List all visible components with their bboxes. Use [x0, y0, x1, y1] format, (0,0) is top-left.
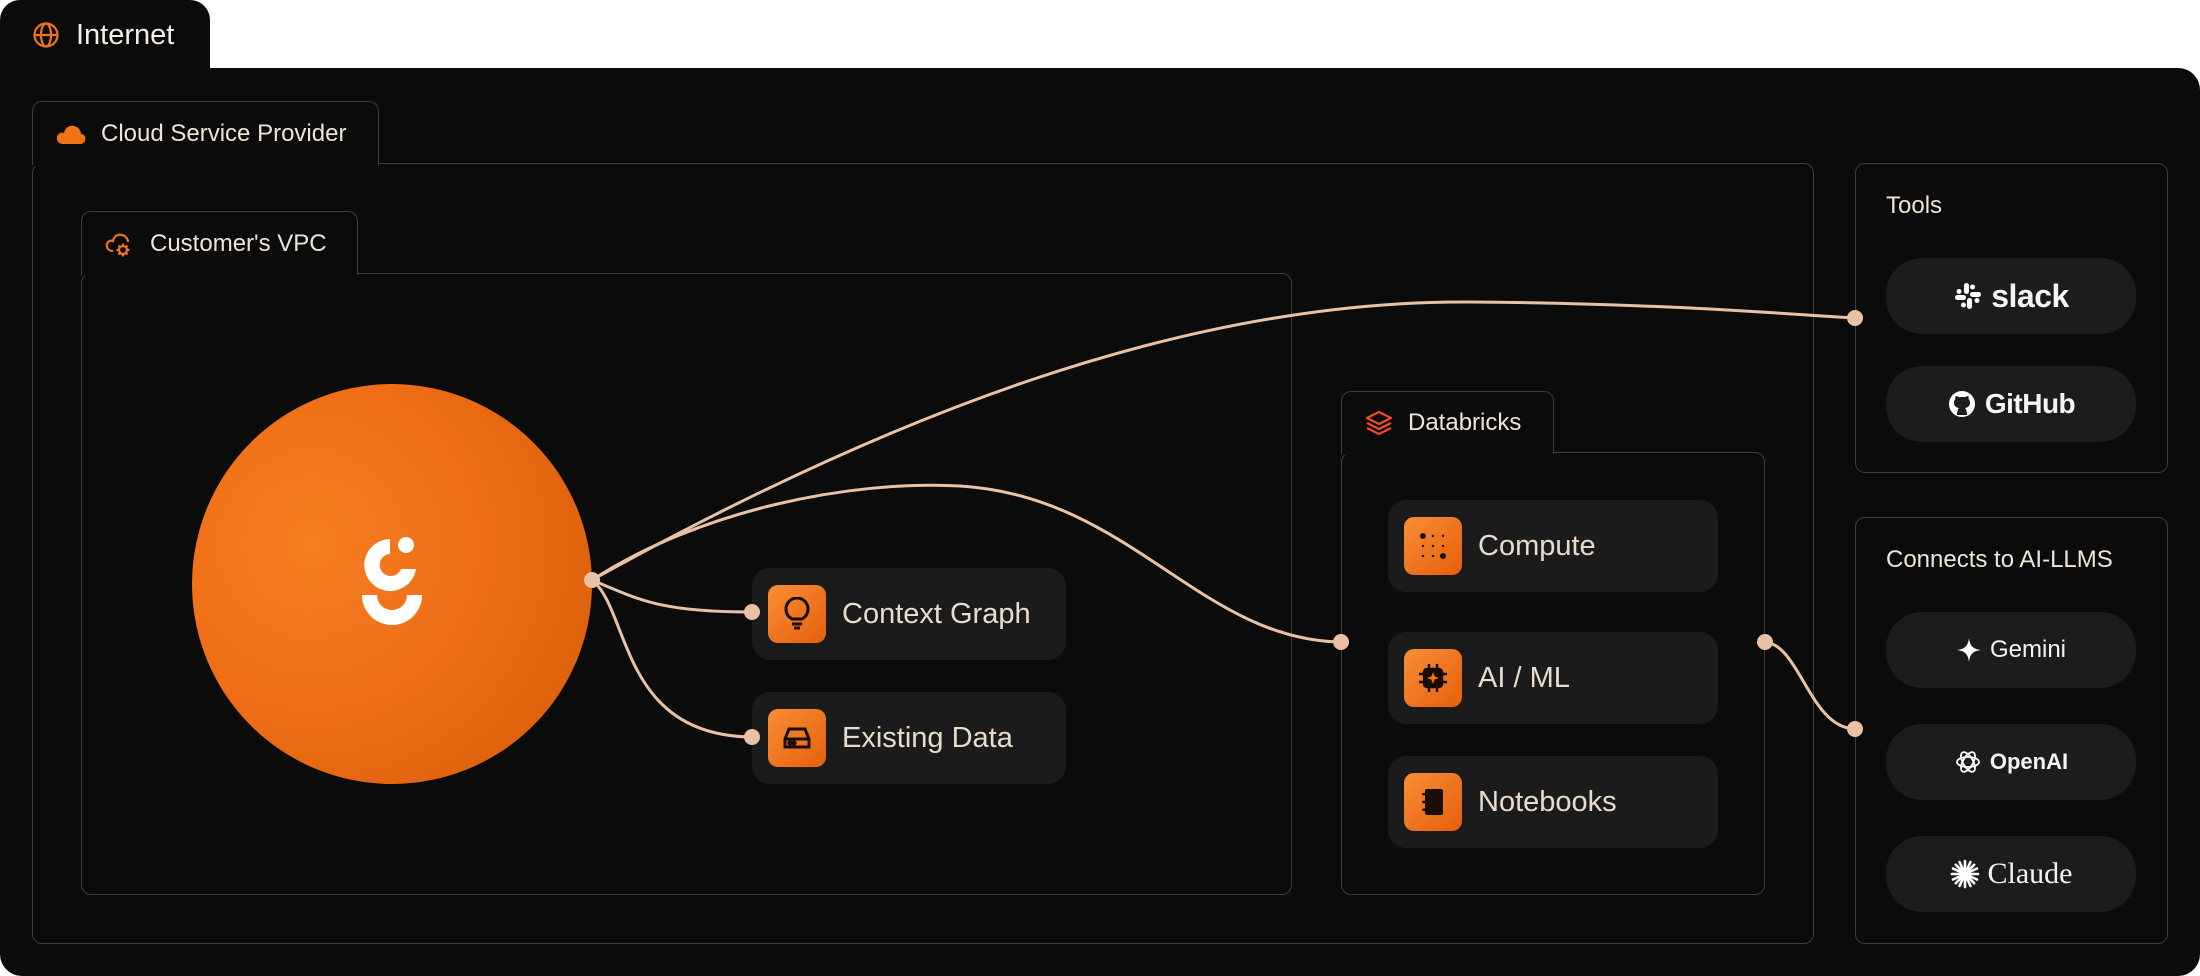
- connector-dot-databricks-out: [1757, 634, 1773, 650]
- connector-dot-context-graph: [744, 604, 760, 620]
- connector-hub-existing-data: [591, 578, 753, 739]
- connector-dot-databricks-in: [1333, 634, 1349, 650]
- connector-dot-llm: [1847, 721, 1863, 737]
- connector-lines: [584, 300, 1863, 745]
- connector-dot-existing-data: [744, 729, 760, 745]
- connector-dot-tools: [1847, 310, 1863, 326]
- connector-hub-slack: [591, 300, 1856, 582]
- connector-dot-hub: [584, 572, 600, 588]
- connector-databricks-llm: [1764, 640, 1856, 731]
- connector-hub-databricks: [591, 483, 1342, 644]
- connector-hub-context-graph: [591, 578, 753, 614]
